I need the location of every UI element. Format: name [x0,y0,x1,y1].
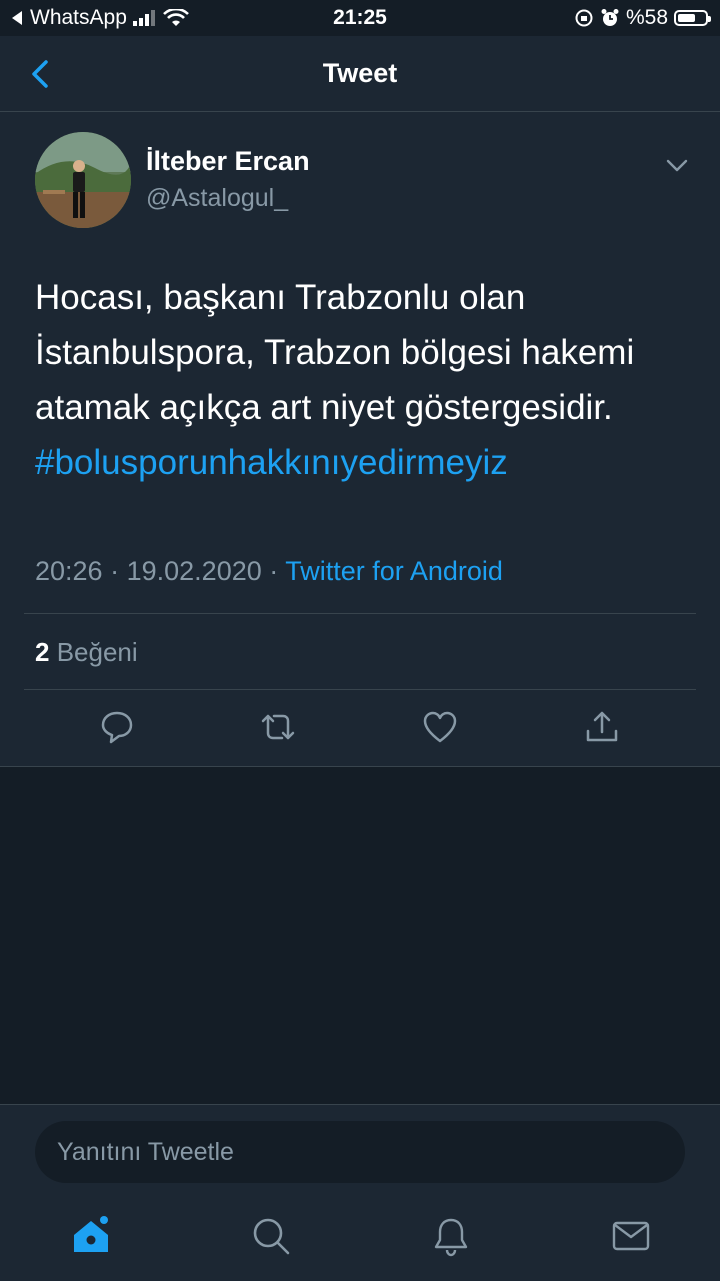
status-bar: WhatsApp 21:25 %58 [0,0,720,36]
top-bar: Tweet [0,36,720,112]
tweet-text-line: İstanbulspora, Trabzon bölgesi hakemi [35,333,635,372]
tweet-meta: 20:26 · 19.02.2020 · Twitter for Android [35,556,503,587]
tweet-source-link[interactable]: Twitter for Android [285,556,503,586]
share-icon[interactable] [582,707,622,747]
likes-row[interactable]: 2 Beğeni [35,637,138,668]
tweet-text-line: Hocası, başkanı Trabzonlu olan [35,278,526,317]
tweet-date: 19.02.2020 [126,556,262,586]
tweet-time: 20:26 [35,556,103,586]
author-name[interactable]: İlteber Ercan [146,146,310,177]
page-title: Tweet [322,58,398,88]
hashtag-link[interactable]: #bolusporunhakkınıyedirmeyiz [35,435,695,490]
reply-bar [0,1104,720,1281]
chevron-down-icon[interactable] [662,150,692,180]
reply-icon[interactable] [97,707,137,747]
like-icon[interactable] [420,707,460,747]
tweet-text-line: atamak açıkça art niyet göstergesidir. [35,388,613,427]
divider [24,689,696,690]
likes-label: Beğeni [56,637,138,667]
search-icon[interactable] [250,1215,292,1257]
reply-input[interactable] [35,1121,685,1183]
likes-count: 2 [35,637,50,667]
notifications-icon[interactable] [430,1215,472,1257]
retweet-icon[interactable] [258,707,298,747]
avatar-photo [35,132,131,228]
home-icon[interactable] [70,1215,112,1257]
meta-separator: · [269,556,279,586]
messages-icon[interactable] [610,1215,652,1257]
tweet-text: Hocası, başkanı Trabzonlu olan İstanbuls… [35,270,695,490]
author-handle[interactable]: @Astalogul_ [146,184,288,213]
tweet-card: İlteber Ercan @Astalogul_ Hocası, başkan… [0,112,720,767]
rotation-lock-icon [575,9,593,27]
alarm-icon [601,9,619,26]
battery-percent: %58 [625,6,668,29]
meta-separator: · [110,556,120,586]
divider [24,613,696,614]
avatar[interactable] [35,132,131,228]
battery-icon [674,10,711,26]
